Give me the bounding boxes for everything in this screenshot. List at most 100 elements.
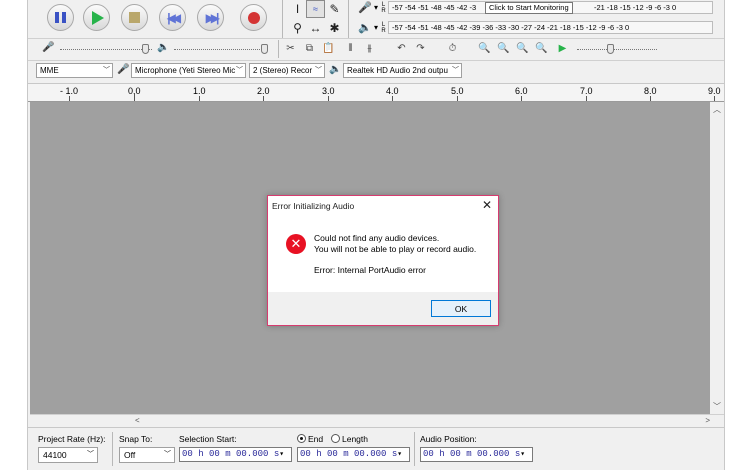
trim-icon: ⫴ [348,43,353,54]
audacity-window: |◀◀ ▶▶| I ≈ ✎ ⚲ ↔ ✱ 🎤 ▾ LR -57 -54 -51 -… [27,0,725,470]
monitoring-tooltip[interactable]: Click to Start Monitoring [485,2,573,14]
timeline-ruler[interactable]: - 1.0 0.0 1.0 2.0 3.0 4.0 5.0 6.0 7.0 8.… [28,83,724,102]
paste-button[interactable]: 📋 [320,41,337,56]
ruler-label: 3.0 [322,86,335,96]
draw-tool[interactable]: ✎ [325,0,344,18]
error-dialog: Error Initializing Audio ✕ ✕ Could not f… [267,195,499,326]
playback-meter[interactable]: 🔈 ▾ LR -57 -54 -51 -48 -45 -42 -39 -36 -… [358,21,718,34]
selection-end-time[interactable]: 00 h 00 m 00.000 s▾ [297,447,410,462]
sync-lock-button[interactable]: ⏱ [444,41,461,56]
audio-position-time[interactable]: 00 h 00 m 00.000 s▾ [420,447,533,462]
chevron-down-icon: ﹀ [315,67,322,74]
time-shift-tool[interactable]: ↔ [306,19,325,37]
chevron-down-icon: ▾ [397,450,403,459]
recording-channels-select[interactable]: 2 (Stereo) Recor ﹀ [249,63,325,78]
zoom-tool[interactable]: ⚲ [288,19,307,37]
playback-device-value: Realtek HD Audio 2nd outpu [347,66,448,75]
dialog-footer: OK [268,292,498,325]
pause-button[interactable] [47,4,74,31]
skip-to-start-icon: |◀◀ [167,10,181,25]
multi-tool[interactable]: ✱ [325,19,344,37]
fit-selection-button[interactable]: 🔍 [514,41,531,56]
project-rate-label: Project Rate (Hz): [38,434,106,444]
cut-button[interactable]: ✂ [282,41,299,56]
channel-labels: LR [380,2,387,14]
record-icon [247,11,260,24]
fit-project-button[interactable]: 🔍 [533,41,550,56]
play-button[interactable] [83,4,110,31]
playback-volume-thumb[interactable] [261,44,268,54]
ruler-tick [586,96,587,101]
snap-to-select[interactable]: Off ﹀ [119,447,175,463]
playback-device-select[interactable]: Realtek HD Audio 2nd outpu ﹀ [343,63,462,78]
recording-device-select[interactable]: Microphone (Yeti Stereo Mic ﹀ [131,63,246,78]
project-rate-select[interactable]: 44100 ﹀ [38,447,98,463]
end-label: End [308,434,324,444]
toolbar-separator [278,40,279,58]
envelope-tool[interactable]: ≈ [306,0,325,18]
close-icon[interactable]: ✕ [482,198,492,212]
trim-button[interactable]: ⫴ [342,41,359,56]
dialog-error-detail: Error: Internal PortAudio error [314,265,426,275]
zoom-out-icon: 🔍 [497,43,510,54]
right-label: R [381,27,386,34]
double-arrow-icon: ↔ [309,21,322,35]
audio-host-select[interactable]: MME ﹀ [36,63,113,78]
pencil-icon: ✎ [329,2,340,16]
fit-selection-icon: 🔍 [516,43,529,54]
recording-device-value: Microphone (Yeti Stereo Mic [135,66,236,75]
toolbar-separator [112,432,113,466]
play-speed-thumb[interactable] [607,44,614,54]
play-speed-track[interactable] [577,49,657,50]
skip-to-end-button[interactable]: ▶▶| [197,4,224,31]
chevron-down-icon: ﹀ [452,67,459,74]
audio-position-value: 00 h 00 m 00.000 s [423,449,521,459]
scroll-left-icon[interactable]: < [135,416,140,425]
record-scale-left: -57 -54 -51 -48 -45 -42 -3 [392,3,477,12]
selection-tool[interactable]: I [288,0,307,18]
ok-button[interactable]: OK [431,300,491,317]
playback-scale: -57 -54 -51 -48 -45 -42 -39 -36 -33 -30 … [392,23,630,32]
zoom-in-button[interactable]: 🔍 [476,41,493,56]
zoom-in-icon: 🔍 [478,43,491,54]
vertical-scrollbar[interactable]: ︿ ﹀ [710,102,724,414]
chevron-down-icon: ﹀ [103,67,110,74]
skip-to-start-button[interactable]: |◀◀ [159,4,186,31]
play-at-speed-button[interactable]: ▶ [554,41,571,56]
stop-button[interactable] [121,4,148,31]
end-radio[interactable]: End [297,434,323,444]
scroll-up-icon[interactable]: ︿ [713,104,721,115]
undo-button[interactable]: ↶ [393,41,410,56]
record-volume-thumb[interactable] [142,44,149,54]
length-label: Length [342,434,368,444]
scroll-right-icon[interactable]: > [705,416,710,425]
microphone-icon: 🎤 [42,42,55,53]
microphone-icon: 🎤 [358,2,372,14]
channel-labels: LR [380,22,387,34]
scroll-down-icon[interactable]: ﹀ [713,401,721,412]
snap-to-value: Off [124,450,136,460]
ruler-label: 2.0 [257,86,270,96]
play-icon [92,10,104,25]
silence-button[interactable]: ⫵ [361,41,378,56]
ruler-label: 9.0 [708,86,721,96]
record-button[interactable] [240,4,267,31]
copy-button[interactable]: ⧉ [301,41,318,56]
horizontal-scrollbar[interactable]: < > [30,414,724,427]
project-rate-value: 44100 [43,450,67,460]
dialog-title: Error Initializing Audio [272,201,355,211]
chevron-down-icon: ﹀ [236,67,243,74]
record-volume-track[interactable] [60,49,152,50]
length-radio[interactable]: Length [331,434,368,444]
chevron-down-icon: ▾ [279,450,285,459]
playback-volume-track[interactable] [174,49,266,50]
radio-selected-icon [297,434,306,443]
dropdown-arrow-icon: ▾ [373,3,378,12]
redo-button[interactable]: ↷ [412,41,429,56]
audio-host-value: MME [40,66,59,75]
ruler-label: - 1.0 [60,86,79,96]
ruler-tick [328,96,329,101]
selection-start-time[interactable]: 00 h 00 m 00.000 s▾ [179,447,292,462]
zoom-out-button[interactable]: 🔍 [495,41,512,56]
selection-end-value: 00 h 00 m 00.000 s [300,449,398,459]
